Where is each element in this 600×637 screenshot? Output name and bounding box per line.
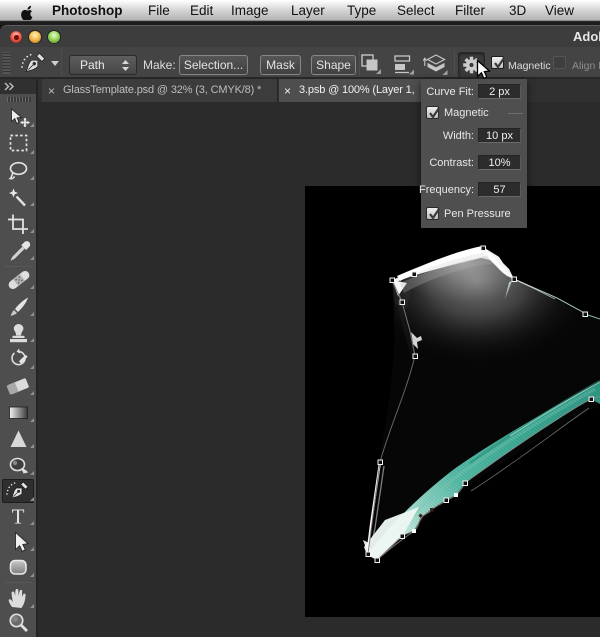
svg-text:T: T bbox=[12, 505, 25, 529]
